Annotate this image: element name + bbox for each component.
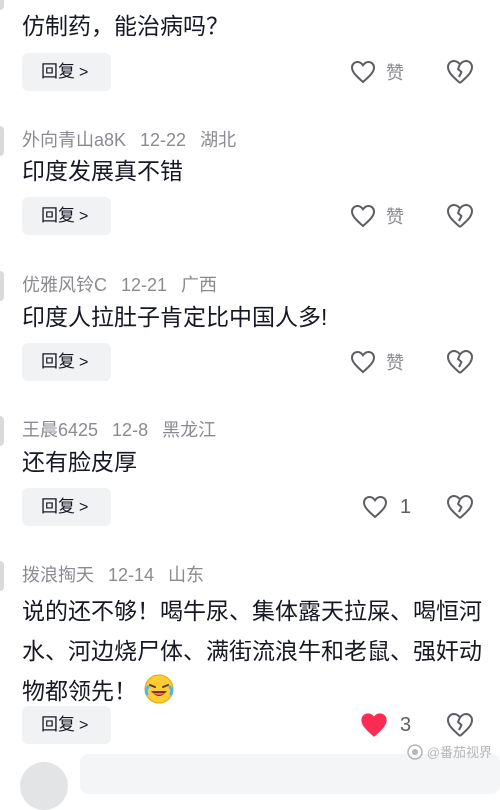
chevron-right-icon: > [79, 499, 89, 516]
like-label: 赞 [386, 207, 404, 227]
heart-filled-icon [361, 713, 387, 737]
avatar[interactable] [0, 271, 4, 301]
comment-meta: 拨浪掏天 12-14 山东 [22, 561, 218, 587]
dislike-broken-heart-icon[interactable] [446, 202, 474, 230]
username[interactable]: 优雅风铃C [22, 275, 107, 295]
chevron-right-icon: > [79, 354, 89, 371]
heart-icon [350, 350, 376, 374]
dislike-broken-heart-icon[interactable] [446, 711, 474, 739]
like-count: 3 [400, 713, 412, 736]
reply-button[interactable]: 回复 > [22, 53, 111, 91]
comment-location: 广西 [181, 275, 218, 295]
avatar[interactable] [0, 561, 4, 591]
comment-text: 还有脸皮厚 [22, 449, 137, 475]
dislike-broken-heart-icon[interactable] [446, 493, 474, 521]
comment-location: 湖北 [200, 130, 237, 150]
reply-button[interactable]: 回复 > [22, 197, 111, 235]
reply-label: 回复 [41, 62, 75, 81]
heart-icon [350, 204, 376, 228]
dislike-broken-heart-icon[interactable] [446, 58, 474, 86]
watermark: @番茄视界 [407, 742, 492, 761]
reply-label: 回复 [41, 352, 75, 371]
avatar[interactable] [20, 762, 68, 810]
dislike-broken-heart-icon[interactable] [446, 348, 474, 376]
comment-date: 12-22 [140, 130, 187, 150]
like-label: 赞 [386, 63, 404, 83]
comment-date: 12-8 [112, 420, 149, 440]
username[interactable]: 外向青山a8K [22, 130, 126, 150]
chevron-right-icon: > [79, 717, 89, 734]
comment-meta: 外向青山a8K 12-22 湖北 [22, 126, 250, 152]
chevron-right-icon: > [79, 64, 89, 81]
like-button[interactable]: 3 [360, 711, 411, 739]
comment-date: 12-21 [121, 275, 168, 295]
comment-date: 12-14 [108, 565, 155, 585]
reply-button[interactable]: 回复 > [22, 343, 111, 381]
laughing-crying-emoji-icon [144, 674, 174, 704]
watermark-text: @番茄视界 [426, 745, 492, 760]
like-button[interactable]: 赞 [350, 348, 404, 376]
watermark-logo-icon [407, 743, 423, 760]
reply-label: 回复 [41, 715, 75, 734]
avatar[interactable] [0, 0, 4, 10]
heart-icon [362, 495, 388, 519]
reply-label: 回复 [41, 497, 75, 516]
comment-location: 山东 [168, 565, 205, 585]
username[interactable]: 拨浪掏天 [22, 565, 94, 585]
comment-text-content: 说的还不够！喝牛尿、集体露天拉屎、喝恒河水、河边烧尸体、满街流浪牛和老鼠、强奸动… [22, 598, 482, 704]
comment-meta: 优雅风铃C 12-21 广西 [22, 271, 231, 297]
reply-label: 回复 [41, 206, 75, 225]
username[interactable]: 王晨6425 [22, 420, 98, 440]
comment-text: 说的还不够！喝牛尿、集体露天拉屎、喝恒河水、河边烧尸体、满街流浪牛和老鼠、强奸动… [22, 591, 482, 711]
chevron-right-icon: > [79, 208, 89, 225]
heart-icon [350, 60, 376, 84]
comment-text: 印度人拉肚子肯定比中国人多! [22, 304, 328, 330]
comment-location: 黑龙江 [162, 420, 217, 440]
like-count: 1 [400, 495, 412, 518]
like-label: 赞 [386, 353, 404, 373]
like-button[interactable]: 1 [362, 493, 411, 521]
like-button[interactable]: 赞 [350, 58, 404, 86]
avatar[interactable] [0, 126, 4, 156]
comment-meta: 王晨6425 12-8 黑龙江 [22, 416, 230, 442]
comment-text: 仿制药，能治病吗？ [22, 13, 229, 39]
comment-text: 印度发展真不错 [22, 158, 183, 184]
reply-button[interactable]: 回复 > [22, 488, 111, 526]
reply-button[interactable]: 回复 > [22, 706, 111, 744]
like-button[interactable]: 赞 [350, 202, 404, 230]
avatar[interactable] [0, 416, 4, 446]
